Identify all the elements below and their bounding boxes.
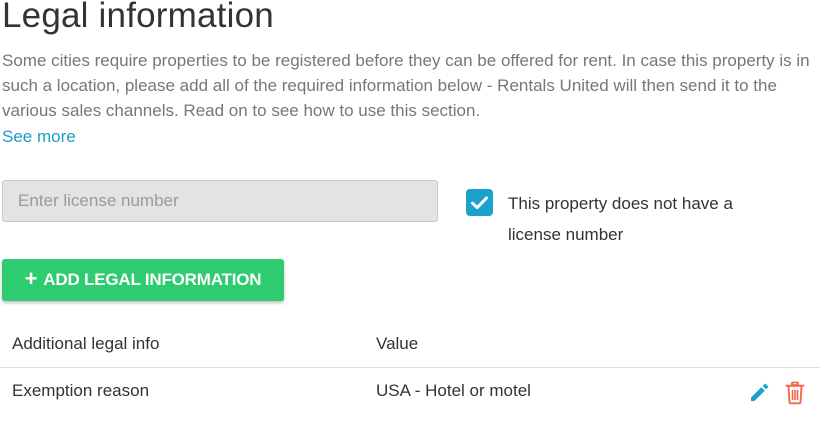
page-title: Legal information [2,0,274,35]
see-more-link[interactable]: See more [2,124,76,149]
column-header-info: Additional legal info [12,334,160,353]
table-row: Exemption reason USA - Hotel or motel [0,368,820,414]
column-header-value: Value [376,334,419,353]
no-license-checkbox[interactable] [466,189,493,216]
checkmark-icon [471,196,488,209]
legal-info-table: Additional legal info Value Exemption re… [0,327,820,414]
pencil-icon[interactable] [748,382,770,404]
table-header: Additional legal info Value [0,327,820,368]
add-button-label: ADD LEGAL INFORMATION [43,270,262,289]
license-number-input[interactable] [2,180,438,222]
plus-icon: + [24,266,38,291]
no-license-checkbox-label[interactable]: This property does not have a license nu… [508,188,778,250]
cell-info: Exemption reason [12,381,150,400]
trash-icon[interactable] [784,381,806,405]
add-legal-information-button[interactable]: + ADD LEGAL INFORMATION [2,259,284,301]
intro-text: Some cities require properties to be reg… [2,51,810,120]
cell-value: USA - Hotel or motel [376,381,531,400]
